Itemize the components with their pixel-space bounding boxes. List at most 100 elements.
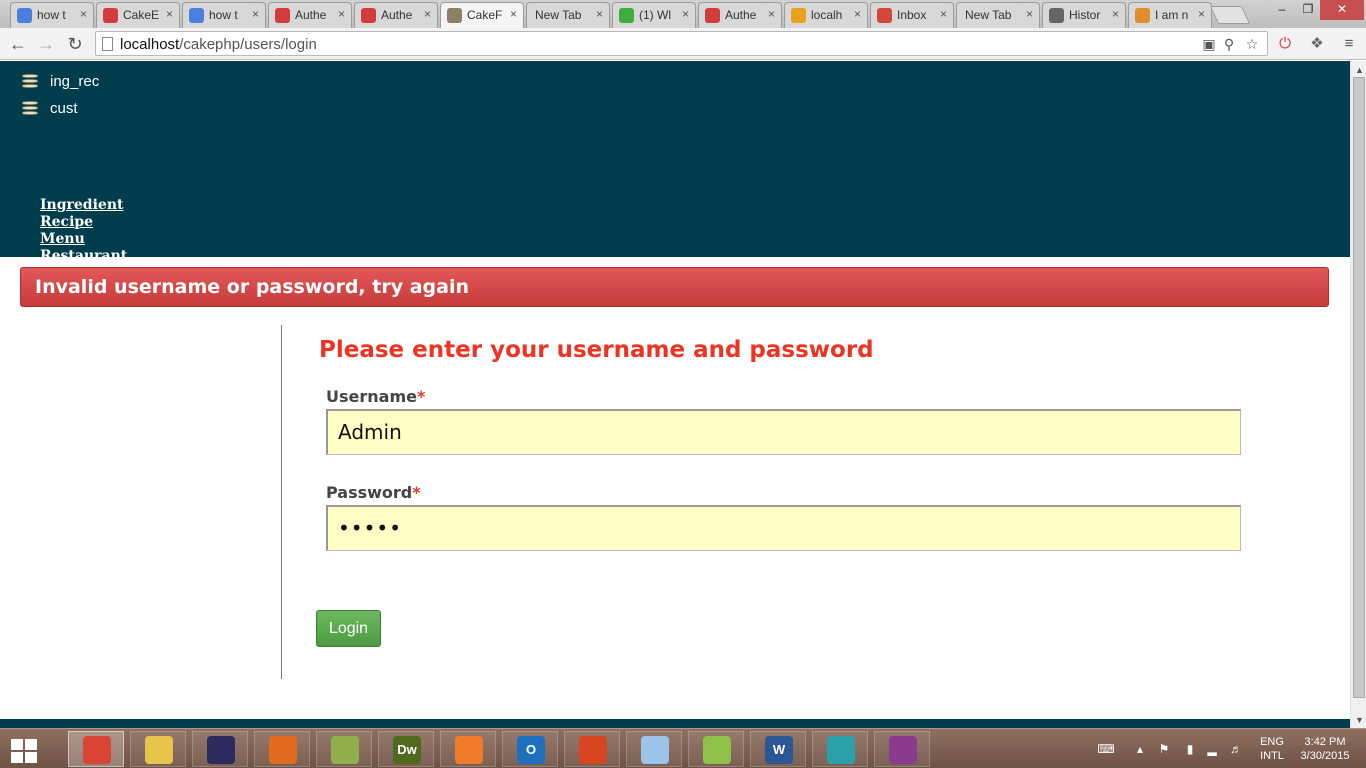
window-close-button[interactable]: ✕ xyxy=(1320,0,1364,20)
battery-icon[interactable]: ▮ xyxy=(1181,741,1199,757)
browser-tab[interactable]: Inbox × xyxy=(870,2,954,28)
tab-close-icon[interactable]: × xyxy=(940,7,947,21)
chrome-icon xyxy=(83,736,111,764)
new-tab-button[interactable] xyxy=(1209,6,1251,24)
window-maximize-button[interactable]: ❐ xyxy=(1296,0,1320,20)
scrollbar-thumb[interactable] xyxy=(1353,77,1365,698)
whatsapp-icon xyxy=(619,8,634,23)
taskbar-app-button[interactable] xyxy=(440,731,496,767)
nav-link-menu[interactable]: Menu xyxy=(40,231,212,248)
tab-close-icon[interactable]: × xyxy=(1198,7,1205,21)
login-form: Please enter your username and password … xyxy=(281,325,1261,679)
scroll-down-icon[interactable]: ▼ xyxy=(1355,715,1364,725)
taskbar-app-button[interactable] xyxy=(130,731,186,767)
tab-close-icon[interactable]: × xyxy=(854,7,861,21)
system-clock[interactable]: 3:42 PM 3/30/2015 xyxy=(1295,735,1355,763)
browser-tab[interactable]: how t × xyxy=(10,2,94,28)
taskbar-app-button[interactable] xyxy=(68,731,124,767)
browser-tab[interactable]: Authe × xyxy=(268,2,352,28)
file-explorer-icon xyxy=(145,736,173,764)
tab-title: Histor xyxy=(1069,8,1101,22)
login-button[interactable]: Login xyxy=(316,610,381,647)
history-icon xyxy=(1049,8,1064,23)
taskbar-app-button[interactable]: W xyxy=(750,731,806,767)
browser-tab[interactable]: CakeE × xyxy=(96,2,180,28)
tab-close-icon[interactable]: × xyxy=(252,7,259,21)
action-center-flag-icon[interactable]: ⚑ xyxy=(1155,741,1173,757)
browser-tab[interactable]: New Tab × xyxy=(526,2,610,28)
nav-link-ingredient[interactable]: Ingredient xyxy=(40,197,212,214)
nav-link-recipe[interactable]: Recipe xyxy=(40,214,212,231)
gmail-icon xyxy=(877,8,892,23)
browser-tab[interactable]: localh × xyxy=(784,2,868,28)
start-button[interactable] xyxy=(6,735,40,763)
tab-close-icon[interactable]: × xyxy=(596,7,603,21)
taskbar-app-button[interactable] xyxy=(874,731,930,767)
url-path: /cakephp/users/login xyxy=(179,36,317,53)
menu-icon[interactable]: ≡ xyxy=(1338,33,1360,55)
tab-title: localh xyxy=(811,8,843,22)
reload-icon[interactable]: ↻ xyxy=(63,32,87,56)
taskbar-app-button[interactable] xyxy=(192,731,248,767)
tab-close-icon[interactable]: × xyxy=(424,7,431,21)
taskbar-app-button[interactable] xyxy=(626,731,682,767)
tab-close-icon[interactable]: × xyxy=(166,7,173,21)
page-scrollbar[interactable]: ▲ ▼ xyxy=(1350,61,1366,728)
taskbar-app-button[interactable]: O xyxy=(502,731,558,767)
tab-close-icon[interactable]: × xyxy=(1026,7,1033,21)
password-label-text: Password xyxy=(326,483,413,502)
window-minimize-button[interactable]: – xyxy=(1268,0,1296,20)
tab-title: Authe xyxy=(725,8,757,22)
input-language[interactable]: ENG INTL xyxy=(1257,735,1287,763)
extension-badge-icon[interactable]: ▣ xyxy=(1200,35,1218,53)
tab-title: how t xyxy=(37,8,66,22)
tab-title: how t xyxy=(209,8,238,22)
browser-tab[interactable]: Authe × xyxy=(698,2,782,28)
windows-taskbar: Dw O W ⌨ ▴ ⚑ ▮ ▂ ♬ ENG INTL 3:42 PM 3/30/2… xyxy=(0,728,1366,768)
browser-tab[interactable]: how t × xyxy=(182,2,266,28)
username-input[interactable]: Admin xyxy=(326,409,1241,455)
tab-close-icon[interactable]: × xyxy=(682,7,689,21)
address-bar[interactable]: localhost/cakephp/users/login ▣ ⚲ ☆ xyxy=(95,31,1268,56)
taskbar-app-button[interactable] xyxy=(254,731,310,767)
forward-icon[interactable]: → xyxy=(34,32,58,56)
clock-time: 3:42 PM xyxy=(1304,736,1346,748)
cakephp-icon xyxy=(705,8,720,23)
network-signal-icon[interactable]: ▂ xyxy=(1203,741,1221,757)
tab-close-icon[interactable]: × xyxy=(1112,7,1119,21)
database-label: ing_rec xyxy=(50,73,100,90)
taskbar-app-button[interactable] xyxy=(688,731,744,767)
browser-toolbar: ← → ↻ localhost/cakephp/users/login ▣ ⚲ … xyxy=(0,28,1366,60)
back-icon[interactable]: ← xyxy=(6,32,30,56)
show-hidden-icons-icon[interactable]: ▴ xyxy=(1131,741,1149,757)
keyboard-icon[interactable]: ⌨ xyxy=(1092,741,1120,757)
tab-close-icon[interactable]: × xyxy=(338,7,345,21)
taskbar-app-button[interactable] xyxy=(812,731,868,767)
tab-title: Authe xyxy=(295,8,327,22)
browser-tab[interactable]: CakeF × xyxy=(440,2,524,29)
page-footer xyxy=(0,719,1350,728)
puzzle-extension-icon[interactable]: ❖ xyxy=(1306,33,1328,55)
browser-tab[interactable]: (1) Wl × xyxy=(612,2,696,28)
password-input[interactable]: ••••• xyxy=(326,505,1241,551)
bookmark-star-icon[interactable]: ☆ xyxy=(1243,35,1261,53)
tab-close-icon[interactable]: × xyxy=(80,7,87,21)
form-legend: Please enter your username and password xyxy=(319,337,874,363)
page-header: ing_rec cust Ingredient Recipe Menu Restaura… xyxy=(0,61,1350,298)
taskbar-app-button[interactable]: Dw xyxy=(378,731,434,767)
power-extension-icon[interactable]: ⏻ xyxy=(1274,33,1296,55)
taskbar-app-button[interactable] xyxy=(316,731,372,767)
tab-close-icon[interactable]: × xyxy=(768,7,775,21)
tab-close-icon[interactable]: × xyxy=(510,7,517,21)
browser-tab[interactable]: I am n × xyxy=(1128,2,1212,28)
nav-link-restaurant[interactable]: Restaurant xyxy=(40,248,212,265)
cakephp-icon xyxy=(275,8,290,23)
browser-tab[interactable]: Histor × xyxy=(1042,2,1126,28)
taskbar-app-button[interactable] xyxy=(564,731,620,767)
tab-title: Authe xyxy=(381,8,413,22)
browser-tab[interactable]: New Tab × xyxy=(956,2,1040,28)
scroll-up-icon[interactable]: ▲ xyxy=(1355,65,1364,75)
key-icon[interactable]: ⚲ xyxy=(1220,35,1238,53)
browser-tab[interactable]: Authe × xyxy=(354,2,438,28)
volume-icon[interactable]: ♬ xyxy=(1227,741,1245,757)
